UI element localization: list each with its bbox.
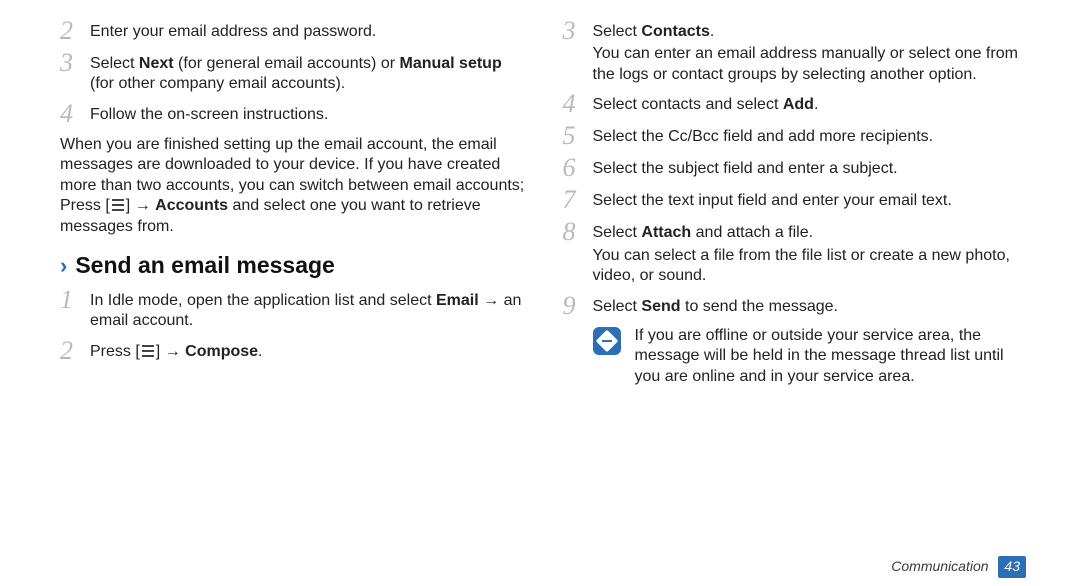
text: Enter your email address and password. [90,23,376,40]
heading-text: Send an email message [75,251,335,280]
text: . [710,23,714,40]
note-icon [593,327,621,355]
text: (for other company email accounts). [90,75,345,92]
send-step-1: 1 In Idle mode, open the application lis… [60,287,528,332]
bold-manual-setup: Manual setup [399,55,501,72]
step-text: Enter your email address and password. [90,18,528,42]
bold-add: Add [783,96,814,113]
setup-step-4: 4 Follow the on-screen instructions. [60,101,528,127]
text: Select [90,55,139,72]
step-subtext: You can select a file from the file list… [593,246,1031,287]
step-number: 1 [60,287,90,313]
text: Select [593,23,642,40]
right-column: 3 Select Contacts. You can enter an emai… [563,18,1031,550]
bold-accounts: Accounts [155,197,228,214]
text: ] → [126,197,155,214]
step-text: Select the Cc/Bcc field and add more rec… [593,123,1031,147]
text: ] → [156,343,185,360]
send-step-7: 7 Select the text input field and enter … [563,187,1031,213]
send-step-3: 3 Select Contacts. You can enter an emai… [563,18,1031,85]
step-subtext: You can enter an email address manually … [593,44,1031,85]
bold-compose: Compose [185,343,258,360]
step-text: Select Next (for general email accounts)… [90,50,528,95]
step-text: Select Send to send the message. [593,293,1031,317]
step-text: Select Attach and attach a file. You can… [593,219,1031,286]
text: . [814,96,818,113]
step-number: 5 [563,123,593,149]
step-number: 3 [563,18,593,44]
text: Select the Cc/Bcc field and add more rec… [593,128,934,145]
chevron-icon: › [60,255,67,277]
send-step-5: 5 Select the Cc/Bcc field and add more r… [563,123,1031,149]
bold-send: Send [641,298,680,315]
text: and attach a file. [691,224,813,241]
text: to send the message. [681,298,838,315]
page-footer: Communication 43 [60,550,1030,578]
step-number: 2 [60,338,90,364]
send-step-9: 9 Select Send to send the message. [563,293,1031,319]
text: Select the text input field and enter yo… [593,192,952,209]
text: Select [593,298,642,315]
text: Select contacts and select [593,96,783,113]
page-number: 43 [998,556,1026,578]
step-number: 8 [563,219,593,245]
step-text: Select Contacts. You can enter an email … [593,18,1031,85]
step-number: 9 [563,293,593,319]
step-number: 3 [60,50,90,76]
step-text: Select the text input field and enter yo… [593,187,1031,211]
note-text: If you are offline or outside your servi… [635,325,1031,387]
bold-next: Next [139,55,174,72]
text: Select the subject field and enter a sub… [593,160,898,177]
step-text: Follow the on-screen instructions. [90,101,528,125]
heading-send-email: › Send an email message [60,251,528,280]
setup-step-2: 2 Enter your email address and password. [60,18,528,44]
menu-icon [112,199,124,211]
step-number: 7 [563,187,593,213]
text: Press [ [90,343,140,360]
step-number: 4 [60,101,90,127]
text: In Idle mode, open the application list … [90,292,436,309]
left-column: 2 Enter your email address and password.… [60,18,528,550]
account-switch-paragraph: When you are finished setting up the ema… [60,135,528,237]
step-number: 4 [563,91,593,117]
step-number: 6 [563,155,593,181]
footer-section-label: Communication [891,558,988,574]
text: . [258,343,262,360]
step-text: Select the subject field and enter a sub… [593,155,1031,179]
step-number: 2 [60,18,90,44]
bold-attach: Attach [641,224,691,241]
offline-note: If you are offline or outside your servi… [593,325,1031,387]
send-step-8: 8 Select Attach and attach a file. You c… [563,219,1031,286]
page: 2 Enter your email address and password.… [0,0,1080,586]
send-step-6: 6 Select the subject field and enter a s… [563,155,1031,181]
menu-icon [142,345,154,357]
step-text: Select contacts and select Add. [593,91,1031,115]
text: Follow the on-screen instructions. [90,106,328,123]
send-step-4: 4 Select contacts and select Add. [563,91,1031,117]
send-step-2: 2 Press [ ] → Compose. [60,338,528,364]
content-columns: 2 Enter your email address and password.… [60,18,1030,550]
step-text: In Idle mode, open the application list … [90,287,528,332]
setup-step-3: 3 Select Next (for general email account… [60,50,528,95]
bold-contacts: Contacts [641,23,709,40]
bold-email: Email [436,292,479,309]
step-text: Press [ ] → Compose. [90,338,528,362]
text: Select [593,224,642,241]
text: (for general email accounts) or [174,55,400,72]
